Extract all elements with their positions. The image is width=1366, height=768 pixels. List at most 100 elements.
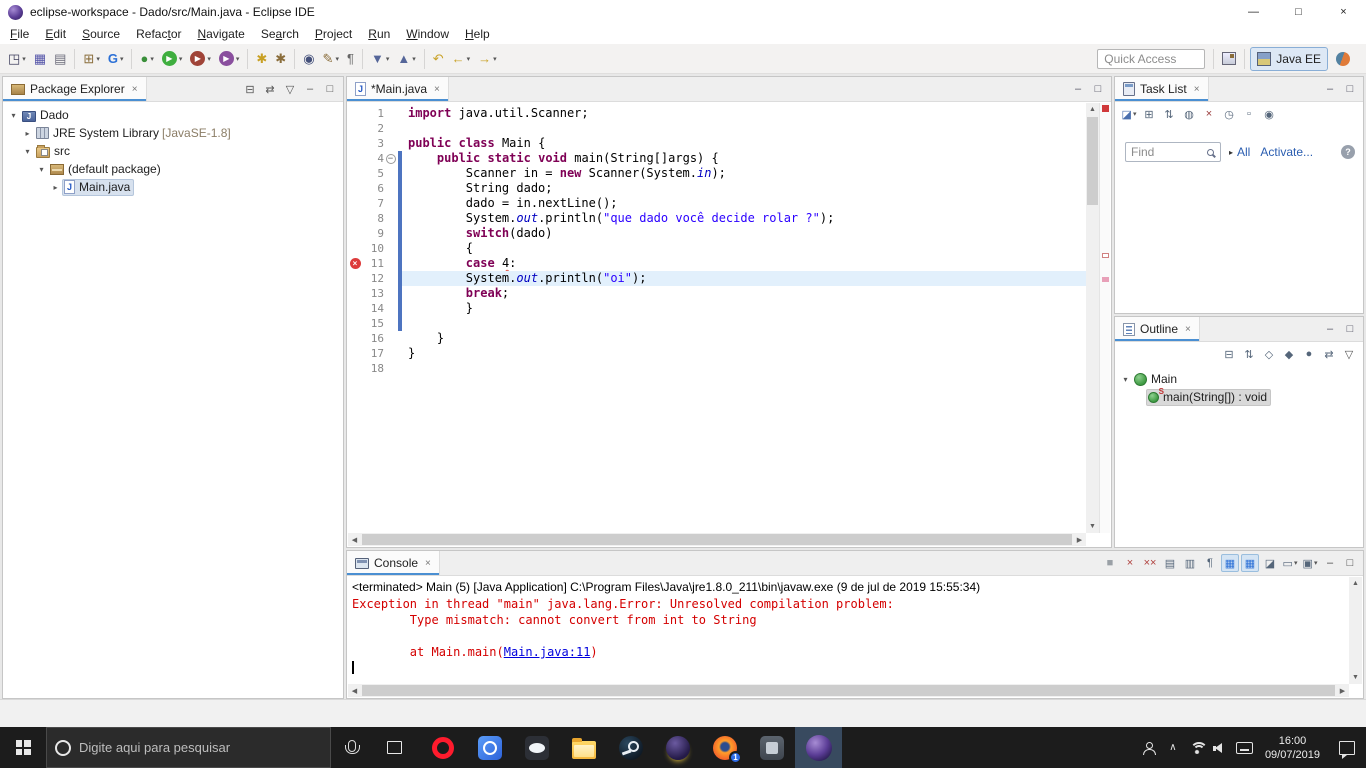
window-maximize-button[interactable]: □	[1276, 0, 1321, 24]
package-explorer-minimize-button[interactable]: –	[301, 80, 319, 98]
outline-item-main-string-void[interactable]: main(String[]) : void	[1115, 388, 1363, 406]
package-explorer-item-src[interactable]: ▾src	[3, 142, 343, 160]
close-view-icon[interactable]: ×	[1194, 84, 1200, 95]
scope-arrow-icon[interactable]: ▸	[1229, 148, 1233, 157]
code-line[interactable]: 1import java.util.Scanner;	[348, 106, 1086, 121]
task-list-maximize-button[interactable]: □	[1341, 80, 1359, 98]
console-tab[interactable]: Console ×	[347, 551, 440, 575]
editor-minimize-button[interactable]: –	[1069, 80, 1087, 98]
console-display-selected-console-button[interactable]: ▭▾	[1281, 554, 1299, 572]
menu-file[interactable]: File	[2, 25, 37, 43]
code-line[interactable]: ×11 case 4:	[348, 256, 1086, 271]
perspective-javaee-button[interactable]: Java EE	[1250, 47, 1328, 71]
code-line[interactable]: 6 String dado;	[348, 181, 1086, 196]
window-close-button[interactable]: ×	[1321, 0, 1366, 24]
outline-sort-button[interactable]: ⇅	[1240, 345, 1258, 363]
menu-run[interactable]: Run	[360, 25, 398, 43]
code-line[interactable]: 5 Scanner in = new Scanner(System.in);	[348, 166, 1086, 181]
outline-collapse-all-button[interactable]: ⊟	[1220, 345, 1238, 363]
code-line[interactable]: 2	[348, 121, 1086, 136]
code-line[interactable]: 13 break;	[348, 286, 1086, 301]
quick-access-input[interactable]: Quick Access	[1097, 49, 1205, 69]
toolbar-run-button[interactable]: ▶▾	[159, 47, 186, 70]
task-list-new-task-button[interactable]: ◪▾	[1120, 105, 1138, 123]
microphone-button[interactable]	[331, 727, 373, 768]
outline-link-with-editor-button[interactable]: ⇄	[1320, 345, 1338, 363]
expander-open-icon[interactable]: ▾	[1119, 375, 1132, 384]
toolbar-debug-button[interactable]: ●▾	[137, 47, 156, 70]
scroll-up-arrow[interactable]: ▲	[1349, 577, 1362, 590]
editor-maximize-button[interactable]: □	[1089, 80, 1107, 98]
find-input[interactable]: Find	[1125, 142, 1221, 162]
code-line[interactable]: 10 {	[348, 241, 1086, 256]
tray-chevron-up-button[interactable]: ∧	[1161, 727, 1185, 768]
scroll-right-arrow[interactable]: ▶	[1336, 684, 1349, 697]
task-list-schedule-button[interactable]: ◷	[1220, 105, 1238, 123]
search-input[interactable]	[79, 740, 322, 755]
menu-edit[interactable]: Edit	[37, 25, 74, 43]
taskbar-clock[interactable]: 16:00 09/07/2019	[1257, 734, 1328, 762]
scrollbar-thumb[interactable]	[362, 534, 1072, 545]
toolbar-search-button[interactable]: ◉	[300, 47, 317, 70]
outline-hide-static-members-button[interactable]: ◆	[1280, 345, 1298, 363]
outline-hide-fields-button[interactable]: ◇	[1260, 345, 1278, 363]
toolbar-open-web-browser-button[interactable]: G▾	[105, 47, 127, 70]
taskbar-app-firefox[interactable]: 1	[701, 727, 748, 768]
task-list-minimize-button[interactable]: –	[1321, 80, 1339, 98]
task-list-categorized-button[interactable]: ⊞	[1140, 105, 1158, 123]
scroll-left-arrow[interactable]: ◀	[348, 533, 361, 546]
taskbar-app-opera[interactable]	[419, 727, 466, 768]
tray-people-button[interactable]	[1137, 727, 1161, 768]
console-vertical-scrollbar[interactable]: ▲ ▼	[1349, 577, 1362, 684]
task-list-tab[interactable]: Task List ×	[1115, 77, 1209, 101]
console-open-console-button[interactable]: ▣▾	[1301, 554, 1319, 572]
task-list-synchronize-button[interactable]: ◉	[1260, 105, 1278, 123]
scroll-down-arrow[interactable]: ▼	[1086, 520, 1099, 533]
taskbar-search[interactable]	[46, 727, 331, 768]
perspective-java-button[interactable]	[1330, 47, 1361, 71]
occurrence-overview-mark[interactable]	[1102, 277, 1109, 282]
editor-vertical-scrollbar[interactable]: ▲ ▼	[1086, 103, 1099, 533]
taskbar-app-discord[interactable]	[513, 727, 560, 768]
overview-ruler[interactable]	[1099, 103, 1110, 533]
task-list-archive-button[interactable]: ▫	[1240, 105, 1258, 123]
toolbar-new-java-ee-project-button[interactable]: ⊞▾	[80, 47, 102, 70]
toolbar-new-web-service-button[interactable]: ✱	[272, 47, 289, 70]
toolbar-next-annotation-button[interactable]: ▼▾	[368, 47, 392, 70]
toolbar-show-whitespace-button[interactable]: ¶	[344, 47, 357, 70]
menu-navigate[interactable]: Navigate	[189, 25, 252, 43]
action-center-button[interactable]	[1328, 741, 1366, 755]
toolbar-last-edit-location-button[interactable]: ↶	[430, 47, 447, 70]
code-line[interactable]: 8 System.out.println("que dado você deci…	[348, 211, 1086, 226]
package-explorer-tab[interactable]: Package Explorer ×	[3, 77, 147, 101]
taskbar-app-blue-camera-app[interactable]	[466, 727, 513, 768]
console-hyperlink[interactable]: Main.java:11	[504, 645, 591, 659]
task-list-delete-button[interactable]: ×	[1200, 105, 1218, 123]
console-pin-console-button[interactable]: ◪	[1261, 554, 1279, 572]
console-clear-console-button[interactable]: ▤	[1161, 554, 1179, 572]
code-line[interactable]: 18	[348, 361, 1086, 376]
toolbar-back-button[interactable]: ←▾	[449, 47, 474, 70]
taskbar-app-eclipse[interactable]	[795, 727, 842, 768]
expander-open-icon[interactable]: ▾	[7, 111, 20, 120]
toolbar-previous-annotation-button[interactable]: ▲▾	[394, 47, 418, 70]
console-show-on-stderr-button[interactable]: ▦	[1241, 554, 1259, 572]
expander-open-icon[interactable]: ▾	[21, 147, 34, 156]
console-scroll-lock-button[interactable]: ▥	[1181, 554, 1199, 572]
tray-wifi-button[interactable]	[1185, 727, 1209, 768]
window-minimize-button[interactable]: —	[1231, 0, 1276, 24]
task-view-button[interactable]	[373, 727, 415, 768]
start-button[interactable]	[0, 727, 46, 768]
taskbar-app-steam[interactable]	[607, 727, 654, 768]
toolbar-new-button[interactable]: ◳▾	[5, 47, 29, 70]
code-line[interactable]: 15	[348, 316, 1086, 331]
tray-volume-button[interactable]	[1209, 727, 1233, 768]
outline-hide-non-public-button[interactable]: ●	[1300, 345, 1318, 363]
open-perspective-button[interactable]	[1219, 47, 1239, 70]
menu-search[interactable]: Search	[253, 25, 307, 43]
toolbar-print-button[interactable]: ▤	[51, 47, 69, 70]
help-icon[interactable]: ?	[1341, 145, 1355, 159]
console-minimize-button[interactable]: –	[1321, 554, 1339, 572]
menu-project[interactable]: Project	[307, 25, 360, 43]
editor-horizontal-scrollbar[interactable]: ◀ ▶	[348, 533, 1086, 546]
